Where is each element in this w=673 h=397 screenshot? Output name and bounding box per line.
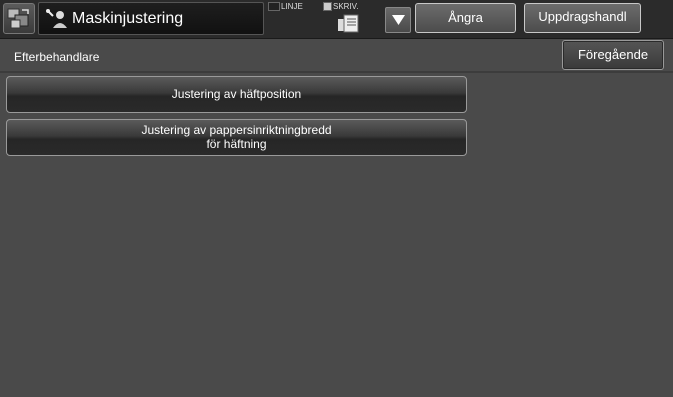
undo-button[interactable]: Ångra bbox=[415, 3, 516, 33]
home-icon bbox=[7, 8, 29, 29]
printer-icon bbox=[338, 14, 359, 33]
linje-box-icon bbox=[268, 2, 280, 12]
screen-title-box: Maskinjustering bbox=[38, 2, 264, 35]
job-status-button[interactable]: Uppdragshandl bbox=[524, 3, 641, 33]
mode-linje-indicator[interactable]: LINJE bbox=[268, 2, 303, 12]
divider bbox=[0, 71, 673, 73]
mode-skriv-label: SKRIV. bbox=[333, 2, 359, 11]
paper-alignment-width-button[interactable]: Justering av pappersinriktningbredd för … bbox=[6, 119, 467, 156]
top-bar: Maskinjustering LINJE SKRIV. Ångra Uppdr… bbox=[0, 0, 673, 39]
screen-title: Maskinjustering bbox=[72, 10, 184, 27]
list-item-label-line2: för häftning bbox=[206, 137, 267, 151]
section-label: Efterbehandlare bbox=[14, 50, 100, 64]
mode-linje-label: LINJE bbox=[281, 2, 303, 11]
mode-skriv-indicator[interactable]: SKRIV. bbox=[323, 2, 359, 12]
back-button[interactable]: Föregående bbox=[562, 40, 664, 70]
wrench-person-icon bbox=[46, 9, 67, 28]
skriv-box-icon bbox=[323, 2, 332, 12]
list-item-label: Justering av pappersinriktningbredd bbox=[141, 123, 332, 137]
dropdown-button[interactable] bbox=[385, 7, 411, 33]
staple-position-adjust-button[interactable]: Justering av häftposition bbox=[6, 76, 467, 113]
triangle-down-icon bbox=[392, 15, 405, 25]
list-item-label: Justering av häftposition bbox=[171, 87, 302, 101]
home-button[interactable] bbox=[3, 3, 35, 34]
